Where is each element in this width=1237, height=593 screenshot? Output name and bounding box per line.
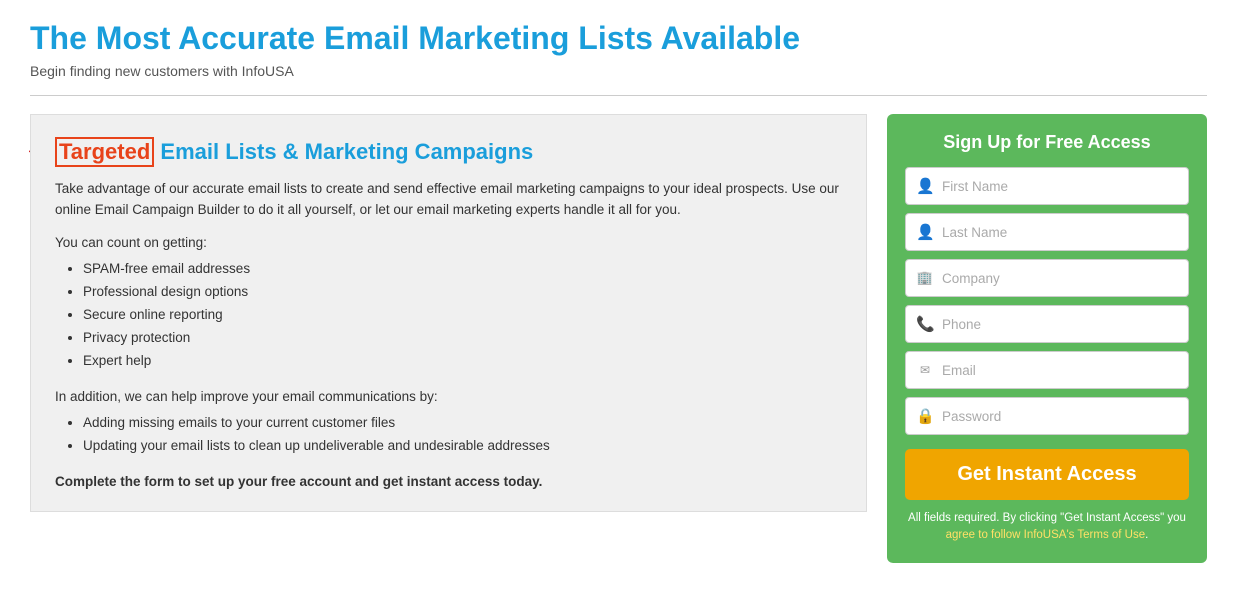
page-wrapper: The Most Accurate Email Marketing Lists … [0, 0, 1237, 593]
divider [30, 95, 1207, 96]
email-input[interactable] [942, 363, 1178, 378]
phone-icon: 📞 [916, 315, 934, 333]
password-field: 🔒 [905, 397, 1189, 435]
targeted-highlight: Targeted [55, 137, 154, 167]
list-item: Adding missing emails to your current cu… [83, 412, 842, 435]
phone-input[interactable] [942, 317, 1178, 332]
last-name-field: 👤 [905, 213, 1189, 251]
email-icon: ✉ [916, 363, 934, 377]
list-item: Privacy protection [83, 327, 842, 350]
page-subtitle: Begin finding new customers with InfoUSA [30, 63, 1207, 79]
panel-list-label: You can count on getting: [55, 235, 842, 250]
form-note-text: All fields required. By clicking "Get In… [908, 512, 1186, 524]
list-item: Professional design options [83, 281, 842, 304]
help-list: Adding missing emails to your current cu… [55, 412, 842, 458]
list-item: Updating your email lists to clean up un… [83, 435, 842, 458]
left-panel: Targeted Email Lists & Marketing Campaig… [30, 114, 867, 512]
get-instant-access-button[interactable]: Get Instant Access [905, 449, 1189, 500]
first-name-field: 👤 [905, 167, 1189, 205]
person-icon: 👤 [916, 223, 934, 241]
first-name-input[interactable] [942, 179, 1178, 194]
company-field: 🏢 [905, 259, 1189, 297]
main-content: Targeted Email Lists & Marketing Campaig… [30, 114, 1207, 563]
email-field: ✉ [905, 351, 1189, 389]
password-input[interactable] [942, 409, 1178, 424]
panel-heading: Targeted Email Lists & Marketing Campaig… [55, 137, 842, 167]
panel-heading-rest: Email Lists & Marketing Campaigns [154, 139, 533, 164]
person-icon: 👤 [916, 177, 934, 195]
form-note: All fields required. By clicking "Get In… [905, 510, 1189, 545]
phone-field: 📞 [905, 305, 1189, 343]
building-icon: 🏢 [916, 270, 934, 286]
help-label: In addition, we can help improve your em… [55, 389, 842, 404]
right-panel: Sign Up for Free Access 👤 👤 🏢 📞 [887, 114, 1207, 563]
last-name-input[interactable] [942, 225, 1178, 240]
company-input[interactable] [942, 271, 1178, 286]
signup-title: Sign Up for Free Access [905, 132, 1189, 153]
terms-link[interactable]: agree to follow InfoUSA's Terms of Use [946, 529, 1146, 541]
main-list: SPAM-free email addresses Professional d… [55, 258, 842, 373]
panel-description: Take advantage of our accurate email lis… [55, 179, 842, 221]
list-item: SPAM-free email addresses [83, 258, 842, 281]
form-note-end: . [1145, 529, 1148, 541]
lock-icon: 🔒 [916, 407, 934, 425]
panel-cta: Complete the form to set up your free ac… [55, 474, 842, 489]
list-item: Expert help [83, 350, 842, 373]
list-item: Secure online reporting [83, 304, 842, 327]
page-title: The Most Accurate Email Marketing Lists … [30, 20, 1207, 57]
